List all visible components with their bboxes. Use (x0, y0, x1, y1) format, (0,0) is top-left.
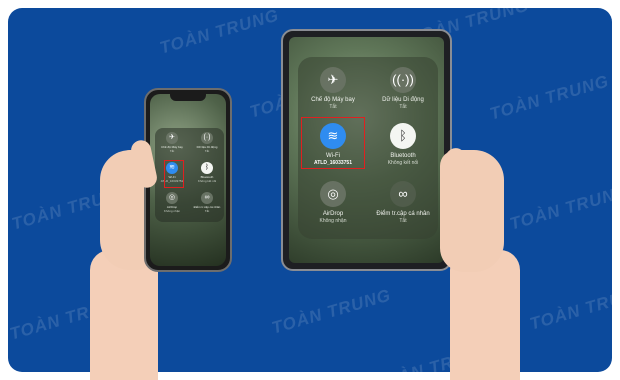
tile-label: Dữ liệu Di động (382, 97, 424, 103)
tile-sub: Tắt (204, 149, 210, 153)
tile-sub: Tắt (204, 209, 210, 213)
wifi-highlight-box (164, 160, 184, 188)
tile-sub: Tắt (399, 218, 407, 224)
tile-bluetooth[interactable]: ᛒ Bluetooth Không kết nối (190, 162, 224, 183)
tile-personal-hotspot[interactable]: ∞ Điểm tr.cập cá nhân Tắt (368, 181, 438, 225)
hotspot-icon: ∞ (390, 181, 416, 207)
tile-sub: Tắt (399, 104, 407, 110)
tile-cellular-data[interactable]: ((·)) Dữ liệu Di động Tắt (368, 67, 438, 111)
bluetooth-icon: ᛒ (390, 123, 416, 149)
iphone-control-center: ✈ Chế độ Máy bay Tắt (·) Dữ liệu Di động… (155, 128, 224, 222)
tile-bluetooth[interactable]: ᛒ Bluetooth Không kết nối (368, 123, 438, 167)
iphone-device: ✈ Chế độ Máy bay Tắt (·) Dữ liệu Di động… (144, 88, 232, 272)
tile-sub: Không nhận (163, 209, 181, 213)
airdrop-icon: ◎ (166, 192, 178, 204)
watermark: TOÀN TRUNG (507, 181, 612, 234)
cellular-icon: (·) (201, 132, 213, 144)
watermark: TOÀN TRUNG (527, 281, 612, 334)
tile-personal-hotspot[interactable]: ∞ Điểm tr.cập cá nhân Tắt (190, 192, 224, 213)
watermark: TOÀN TRUNG (269, 285, 394, 338)
ipad-screen: ✈ Chế độ Máy bay Tắt ((·)) Dữ liệu Di độ… (289, 37, 444, 263)
tile-sub: Không nhận (319, 218, 347, 224)
airplane-icon: ✈ (320, 67, 346, 93)
tile-sub: Tắt (169, 149, 175, 153)
tile-airplane-mode[interactable]: ✈ Chế độ Máy bay Tắt (298, 67, 368, 111)
tile-airdrop[interactable]: ◎ AirDrop Không nhận (298, 181, 368, 225)
tile-sub: Không kết nối (387, 160, 419, 166)
tile-airdrop[interactable]: ◎ AirDrop Không nhận (155, 192, 189, 213)
cellular-icon: ((·)) (390, 67, 416, 93)
wifi-highlight-box (301, 117, 365, 169)
tile-sub: Không kết nối (197, 179, 217, 183)
ipad-control-center: ✈ Chế độ Máy bay Tắt ((·)) Dữ liệu Di độ… (298, 57, 438, 239)
watermark: TOÀN TRUNG (487, 71, 612, 124)
iphone-screen: ✈ Chế độ Máy bay Tắt (·) Dữ liệu Di động… (150, 94, 226, 266)
iphone-notch (170, 94, 206, 101)
tile-cellular-data[interactable]: (·) Dữ liệu Di động Tắt (190, 132, 224, 153)
tile-label: Chế độ Máy bay (311, 97, 355, 103)
bluetooth-icon: ᛒ (201, 162, 213, 174)
tile-sub: Tắt (329, 104, 337, 110)
airplane-icon: ✈ (166, 132, 178, 144)
tile-label: Bluetooth (390, 153, 416, 159)
airdrop-icon: ◎ (320, 181, 346, 207)
hotspot-icon: ∞ (201, 192, 213, 204)
tile-label: Điểm tr.cập cá nhân (376, 211, 430, 217)
watermark: TOÀN TRUNG (157, 8, 282, 58)
tile-label: AirDrop (322, 211, 344, 217)
tile-airplane-mode[interactable]: ✈ Chế độ Máy bay Tắt (155, 132, 189, 153)
ipad-device: ✈ Chế độ Máy bay Tắt ((·)) Dữ liệu Di độ… (281, 29, 452, 271)
